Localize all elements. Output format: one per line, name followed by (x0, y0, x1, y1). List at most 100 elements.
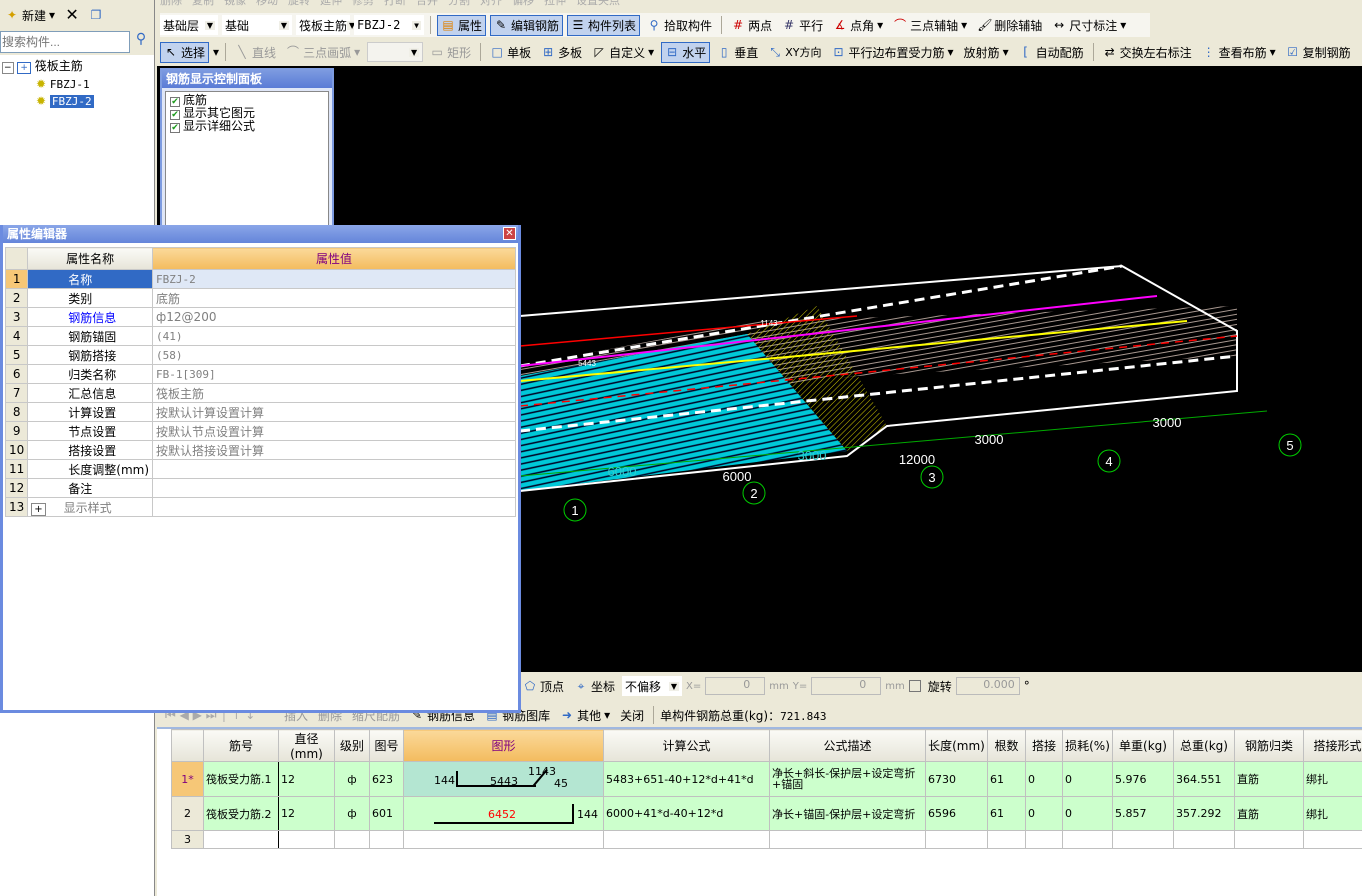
rebar-shape-cell[interactable]: 6452 144 (403, 796, 604, 831)
column-header[interactable]: 长度(mm) (925, 729, 988, 762)
vertical-button[interactable]: ▯ 垂直 (714, 43, 761, 62)
property-value[interactable]: FB-1[309] (152, 364, 516, 384)
faded-tool-button[interactable]: 复制 (192, 0, 214, 8)
delete-button[interactable]: ✕ (62, 7, 82, 23)
auto-rebar-button[interactable]: [自动配筋 (1016, 43, 1087, 62)
column-header[interactable]: 总重(kg) (1173, 729, 1235, 762)
arc-button[interactable]: ⌒ 三点画弧 ▾ (283, 43, 363, 62)
component-select[interactable]: FBZJ-2 ▼ (354, 15, 424, 35)
offset-select[interactable]: 不偏移 ▼ (622, 676, 683, 696)
rebar-shape-cell[interactable]: 144 5443 1143 45 (403, 761, 604, 797)
xy-direction-button[interactable]: ⤡ XY方向 (765, 43, 824, 61)
coord-snap-button[interactable]: ⌖ 坐标 (571, 677, 618, 696)
single-slab-button[interactable]: □ 单板 (487, 43, 534, 62)
faded-tool-button[interactable]: 打断 (384, 0, 406, 8)
table-row[interactable]: 1* 筏板受力筋.1 12 ф 623 144 5443 1143 45 548… (171, 761, 1362, 797)
property-value[interactable]: 按默认节点设置计算 (152, 421, 516, 441)
rotate-angle-input[interactable]: 0.000 (955, 677, 1020, 695)
copy-rebar-button[interactable]: ☑ 复制钢筋 (1283, 43, 1354, 62)
column-header[interactable]: 损耗(%) (1062, 729, 1113, 762)
table-row[interactable]: 3 (171, 830, 1362, 849)
floor-select[interactable]: 基础层 ▼ (160, 15, 218, 35)
column-header[interactable]: 计算公式 (603, 729, 770, 762)
vertex-snap-button[interactable]: ⬠ 顶点 (520, 677, 567, 696)
property-row[interactable]: 6 归类名称 FB-1[309] (4, 364, 516, 384)
faded-tool-button[interactable]: 镜像 (224, 0, 246, 8)
y-offset-input[interactable]: 0 (811, 677, 882, 695)
faded-tool-button[interactable]: 修剪 (352, 0, 374, 8)
custom-button[interactable]: ◸ 自定义 ▾ (589, 43, 657, 62)
property-row[interactable]: 9 节点设置 按默认节点设置计算 (4, 421, 516, 441)
swap-labels-button[interactable]: ⇄ 交换左右标注 (1100, 43, 1195, 62)
property-value[interactable]: ф12@200 (152, 307, 516, 327)
dimension-button[interactable]: ↔ 尺寸标注 ▾ (1049, 16, 1129, 35)
delete-axis-button[interactable]: 🖌 删除辅轴 (974, 16, 1045, 35)
property-value[interactable] (152, 497, 516, 517)
faded-tool-button[interactable]: 延伸 (320, 0, 342, 8)
component-list-button[interactable]: ☰ 构件列表 (567, 14, 641, 36)
three-point-axis-button[interactable]: ⌒ 三点辅轴 ▾ (890, 16, 970, 35)
parallel-axis-button[interactable]: # 平行 (779, 16, 826, 35)
property-row[interactable]: 13 + 显示样式 (4, 497, 516, 517)
property-value[interactable] (152, 459, 516, 479)
tree-root[interactable]: − + 筏板主筋 (2, 58, 152, 76)
property-row[interactable]: 4 钢筋锚固 (41) (4, 326, 516, 346)
property-row[interactable]: 12 备注 (4, 478, 516, 498)
faded-tool-button[interactable]: 对齐 (480, 0, 502, 8)
other-button[interactable]: ➜ 其他 ▾ (557, 706, 613, 725)
column-header[interactable]: 搭接 (1025, 729, 1063, 762)
search-icon[interactable]: ⚲ (130, 31, 152, 53)
column-header[interactable]: 级别 (334, 729, 370, 762)
point-angle-button[interactable]: ∡ 点角 ▾ (830, 16, 886, 35)
column-header[interactable]: 图形 (403, 729, 604, 762)
faded-tool-button[interactable]: 旋转 (288, 0, 310, 8)
faded-tool-button[interactable]: 设置夹点 (576, 0, 620, 8)
column-header[interactable]: 钢筋归类 (1234, 729, 1304, 762)
line-button[interactable]: ╲ 直线 (232, 43, 279, 62)
copy-button[interactable]: ❐ (86, 7, 106, 23)
radial-rebar-button[interactable]: 放射筋 ▾ (961, 43, 1012, 62)
property-row[interactable]: 2 类别 底筋 (4, 288, 516, 308)
table-row[interactable]: 2 筏板受力筋.2 12 ф 601 6452 144 6000+41*d-40… (171, 796, 1362, 831)
two-point-axis-button[interactable]: # 两点 (728, 16, 775, 35)
property-value[interactable]: (41) (152, 326, 516, 346)
column-header[interactable]: 根数 (987, 729, 1026, 762)
column-header[interactable]: 图号 (369, 729, 404, 762)
property-row[interactable]: 8 计算设置 按默认计算设置计算 (4, 402, 516, 422)
column-header[interactable]: 直径(mm) (278, 729, 335, 762)
faded-tool-button[interactable]: 偏移 (512, 0, 534, 8)
property-value[interactable]: 按默认搭接设置计算 (152, 440, 516, 460)
column-header[interactable]: 公式描述 (769, 729, 926, 762)
property-value[interactable]: 底筋 (152, 288, 516, 308)
horizontal-button[interactable]: ⊟ 水平 (661, 41, 711, 63)
property-value[interactable]: FBZJ-2 (152, 269, 516, 289)
type-select[interactable]: 筏板主筋 ▼ (296, 15, 358, 35)
checkbox-show-formula[interactable]: ✔ 显示详细公式 (170, 120, 324, 133)
property-value[interactable] (152, 478, 516, 498)
faded-tool-button[interactable]: 分割 (448, 0, 470, 8)
faded-tool-button[interactable]: 删除 (160, 0, 182, 8)
faded-tool-button[interactable]: 移动 (256, 0, 278, 8)
category-select[interactable]: 基础 ▼ (222, 15, 292, 35)
select-button[interactable]: ↖ 选择 (160, 41, 210, 63)
property-row[interactable]: 5 钢筋搭接 (58) (4, 345, 516, 365)
close-button[interactable]: 关闭 (617, 706, 647, 725)
property-value[interactable]: 筏板主筋 (152, 383, 516, 403)
multi-slab-button[interactable]: ⊞ 多板 (538, 43, 585, 62)
faded-tool-button[interactable]: 合并 (416, 0, 438, 8)
column-header[interactable]: 筋号 (203, 729, 279, 762)
property-row[interactable]: 10 搭接设置 按默认搭接设置计算 (4, 440, 516, 460)
tree-item-selected[interactable]: ✹ FBZJ-2 (2, 93, 152, 110)
view-rebar-button[interactable]: ⋮ 查看布筋 ▾ (1199, 43, 1279, 62)
rotate-checkbox[interactable] (908, 680, 921, 692)
property-value[interactable]: 按默认计算设置计算 (152, 402, 516, 422)
property-row[interactable]: 1 名称 FBZJ-2 (4, 269, 516, 289)
column-header[interactable]: 单重(kg) (1112, 729, 1174, 762)
property-value[interactable]: (58) (152, 345, 516, 365)
column-header[interactable]: 搭接形式 (1303, 729, 1362, 762)
faded-tool-button[interactable]: 拉伸 (544, 0, 566, 8)
search-input[interactable] (0, 31, 130, 53)
x-offset-input[interactable]: 0 (705, 677, 766, 695)
close-icon[interactable]: ✕ (503, 227, 516, 240)
property-row[interactable]: 11 长度调整(mm) (4, 459, 516, 479)
